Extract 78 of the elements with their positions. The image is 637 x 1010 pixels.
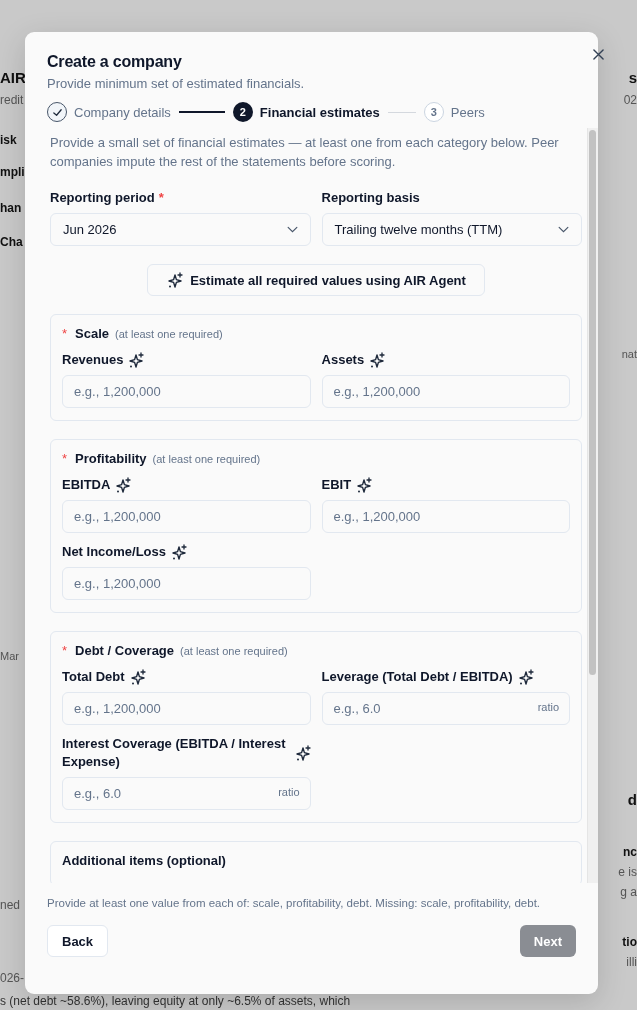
close-icon — [592, 48, 604, 60]
field-label: EBITDA — [62, 476, 111, 494]
dialog-title: Create a company — [47, 52, 183, 72]
background-text: s (net debt ~58.6%), leaving equity at only ~6.5% of assets, which — [0, 994, 352, 1008]
field-label: Revenues — [62, 351, 124, 369]
background-text: g a — [620, 884, 637, 900]
step-label: Company details — [74, 104, 171, 120]
input-field[interactable]: e.g., 1,200,000 — [321, 375, 571, 408]
step-number: 2 — [232, 102, 253, 122]
field-label: Reporting basis — [321, 189, 420, 207]
chevron-down-icon — [558, 226, 570, 233]
section-title: Scale — [75, 326, 110, 341]
required-asterisk: * — [62, 451, 68, 466]
chevron-down-icon — [286, 226, 298, 233]
required-asterisk: * — [62, 326, 68, 341]
intro-text: Provide a small set of financial estimates — at least one from each category below. Peer companies impute the rest of the statements before scoring. — [50, 134, 560, 171]
section-hint: (at least one required) — [115, 328, 223, 340]
step-label: Peers — [450, 104, 485, 120]
sparkle-icon[interactable] — [295, 745, 311, 761]
background-text: mpli — [0, 164, 25, 180]
field-label: Leverage (Total Debt / EBITDA) — [321, 668, 513, 686]
field-label: Net Income/Loss — [62, 543, 167, 561]
section-title: Debt / Coverage — [75, 643, 175, 658]
field-label: Assets — [321, 351, 365, 369]
background-text: d — [627, 792, 637, 808]
background-text: 026- — [0, 970, 25, 986]
section-title: Profitability — [75, 451, 147, 466]
section-hint: (at least one required) — [180, 645, 288, 657]
background-text: redit — [0, 92, 24, 108]
step-indicator[interactable]: Company details — [47, 102, 171, 122]
background-text: 02 — [623, 92, 637, 108]
sparkle-icon[interactable] — [172, 544, 188, 560]
sparkle-icon[interactable] — [129, 352, 145, 368]
select-field[interactable]: Trailing twelve months (TTM) — [321, 213, 583, 246]
unit-label: ratio — [278, 786, 300, 799]
dialog-subtitle: Provide minimum set of estimated financials. — [47, 75, 306, 92]
background-text: Mar — [0, 649, 19, 664]
validation-message: Provide at least one value from each of: scale, profitability, debt. Missing: scale, profitability, debt. — [47, 897, 542, 909]
input-field[interactable]: e.g., 1,200,000 — [321, 500, 571, 533]
select-field[interactable]: Jun 2026 — [50, 213, 311, 246]
input-field[interactable]: e.g., 1,200,000 — [62, 567, 311, 600]
background-text: s — [628, 70, 637, 86]
sparkle-icon[interactable] — [130, 669, 146, 685]
input-field[interactable]: e.g., 1,200,000 — [62, 692, 311, 725]
sparkle-icon[interactable] — [116, 477, 132, 493]
required-asterisk: * — [62, 643, 68, 658]
step-label: Financial estimates — [259, 104, 380, 120]
background-text: e is — [618, 864, 637, 880]
background-text: nc — [623, 844, 637, 860]
field-label: Reporting period — [50, 189, 155, 207]
back-button[interactable]: Back — [47, 925, 109, 957]
check-icon — [47, 102, 67, 122]
section-title: Additional items (optional) — [62, 853, 226, 868]
background-text: Cha — [0, 234, 23, 250]
background-text: AIR — [0, 70, 26, 86]
scrollbar-thumb[interactable] — [589, 130, 597, 675]
field-label: Total Debt — [62, 668, 125, 686]
required-asterisk: * — [158, 189, 164, 207]
step-indicator[interactable]: 3 Peers — [423, 102, 485, 122]
sparkle-icon — [168, 272, 184, 288]
sparkle-icon[interactable] — [370, 352, 386, 368]
input-field[interactable]: e.g., 1,200,000 — [62, 375, 311, 408]
background-text: illi — [626, 954, 637, 970]
input-field[interactable]: e.g., 1,200,000 — [62, 500, 311, 533]
step-number: 3 — [423, 102, 444, 122]
sparkle-icon[interactable] — [518, 669, 534, 685]
background-text: nat — [621, 347, 637, 362]
unit-label: ratio — [537, 701, 560, 714]
background-text: han — [0, 200, 22, 216]
field-label: EBIT — [321, 476, 352, 494]
estimate-button[interactable]: Estimate all required values using AIR Agent — [147, 264, 485, 296]
background-text: tio — [622, 934, 637, 950]
step-indicator[interactable]: 2 Financial estimates — [232, 102, 380, 122]
background-text: isk — [0, 132, 17, 148]
field-label: Interest Coverage (EBITDA / Interest Expense) — [62, 735, 287, 771]
background-text: ned — [0, 897, 21, 913]
sparkle-icon[interactable] — [357, 477, 373, 493]
section-hint: (at least one required) — [152, 453, 261, 465]
